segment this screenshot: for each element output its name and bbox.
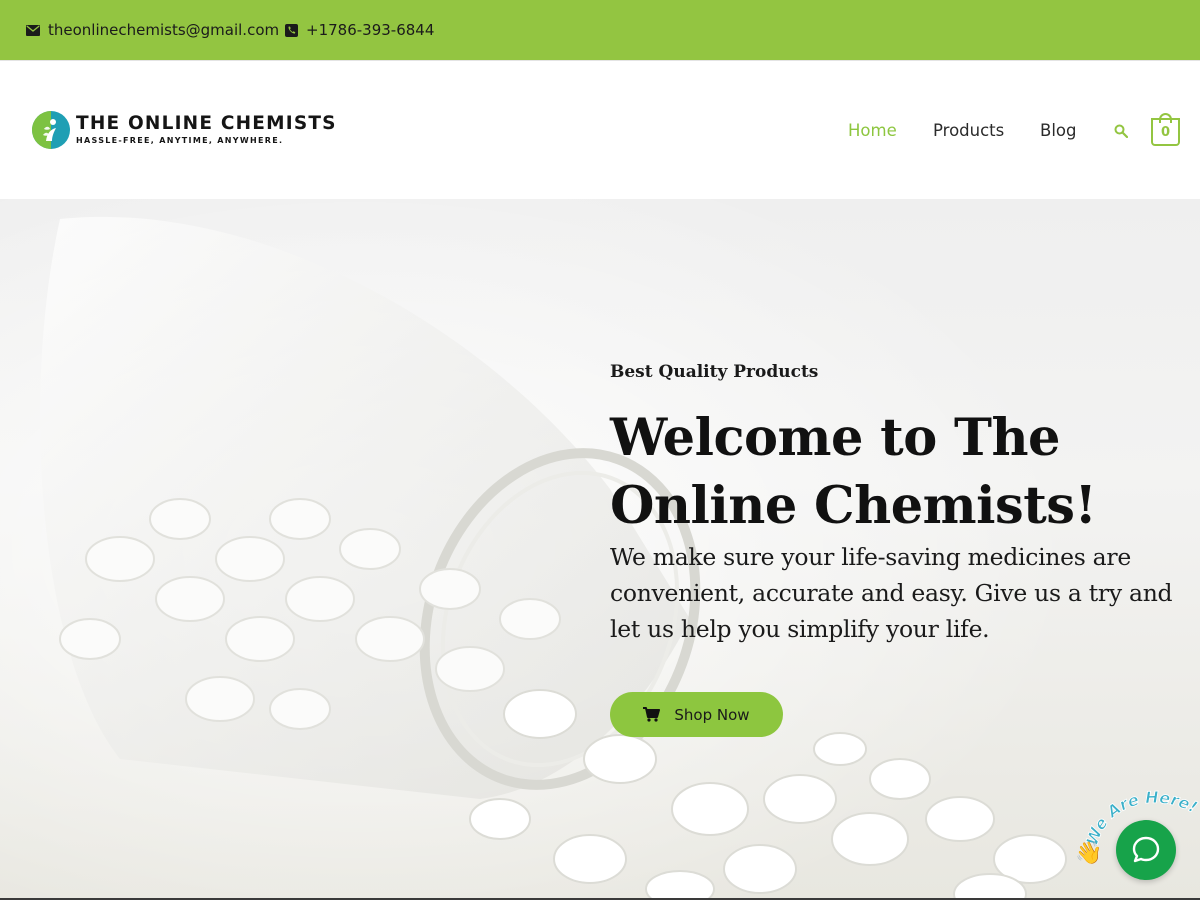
envelope-icon	[26, 24, 40, 36]
topbar-email-text[interactable]: theonlinechemists@gmail.com	[48, 21, 279, 39]
topbar-phone-text[interactable]: +1786-393-6844	[306, 21, 434, 39]
shop-now-label: Shop Now	[674, 705, 750, 724]
chat-widget[interactable]: We Are Here! 👋	[1075, 785, 1200, 900]
hero-eyebrow: Best Quality Products	[610, 362, 819, 382]
hero-description: We make sure your life-saving medicines …	[610, 543, 1173, 643]
nav-home[interactable]: Home	[848, 61, 897, 200]
chat-open-button[interactable]	[1116, 820, 1176, 880]
phone-icon	[285, 23, 298, 37]
waving-hand-icon: 👋	[1075, 841, 1103, 866]
nav-products[interactable]: Products	[933, 61, 1004, 200]
logo-title: THE ONLINE CHEMISTS	[76, 112, 337, 134]
search-icon	[1114, 124, 1128, 138]
cart-count: 0	[1160, 124, 1171, 140]
cart-button[interactable]: 0	[1151, 113, 1180, 146]
logo-mark-icon	[32, 111, 70, 149]
nav-blog[interactable]: Blog	[1040, 61, 1076, 200]
search-button[interactable]	[1114, 61, 1128, 200]
hero-section: Best Quality Products Welcome to The Onl…	[0, 199, 1200, 900]
site-logo[interactable]: THE ONLINE CHEMISTS HASSLE-FREE, ANYTIME…	[32, 111, 337, 149]
chat-bubble-icon	[1132, 836, 1160, 863]
topbar-phone[interactable]: +1786-393-6844	[285, 0, 434, 60]
top-bar: theonlinechemists@gmail.com +1786-393-68…	[0, 0, 1200, 60]
hero-title: Welcome to The Online Chemists!	[610, 408, 1097, 536]
shop-now-button[interactable]: Shop Now	[610, 692, 783, 737]
topbar-email[interactable]: theonlinechemists@gmail.com	[26, 0, 279, 60]
site-header: THE ONLINE CHEMISTS HASSLE-FREE, ANYTIME…	[0, 60, 1200, 199]
logo-tagline: HASSLE-FREE, ANYTIME, ANYWHERE.	[76, 135, 284, 145]
cart-icon	[643, 707, 661, 722]
